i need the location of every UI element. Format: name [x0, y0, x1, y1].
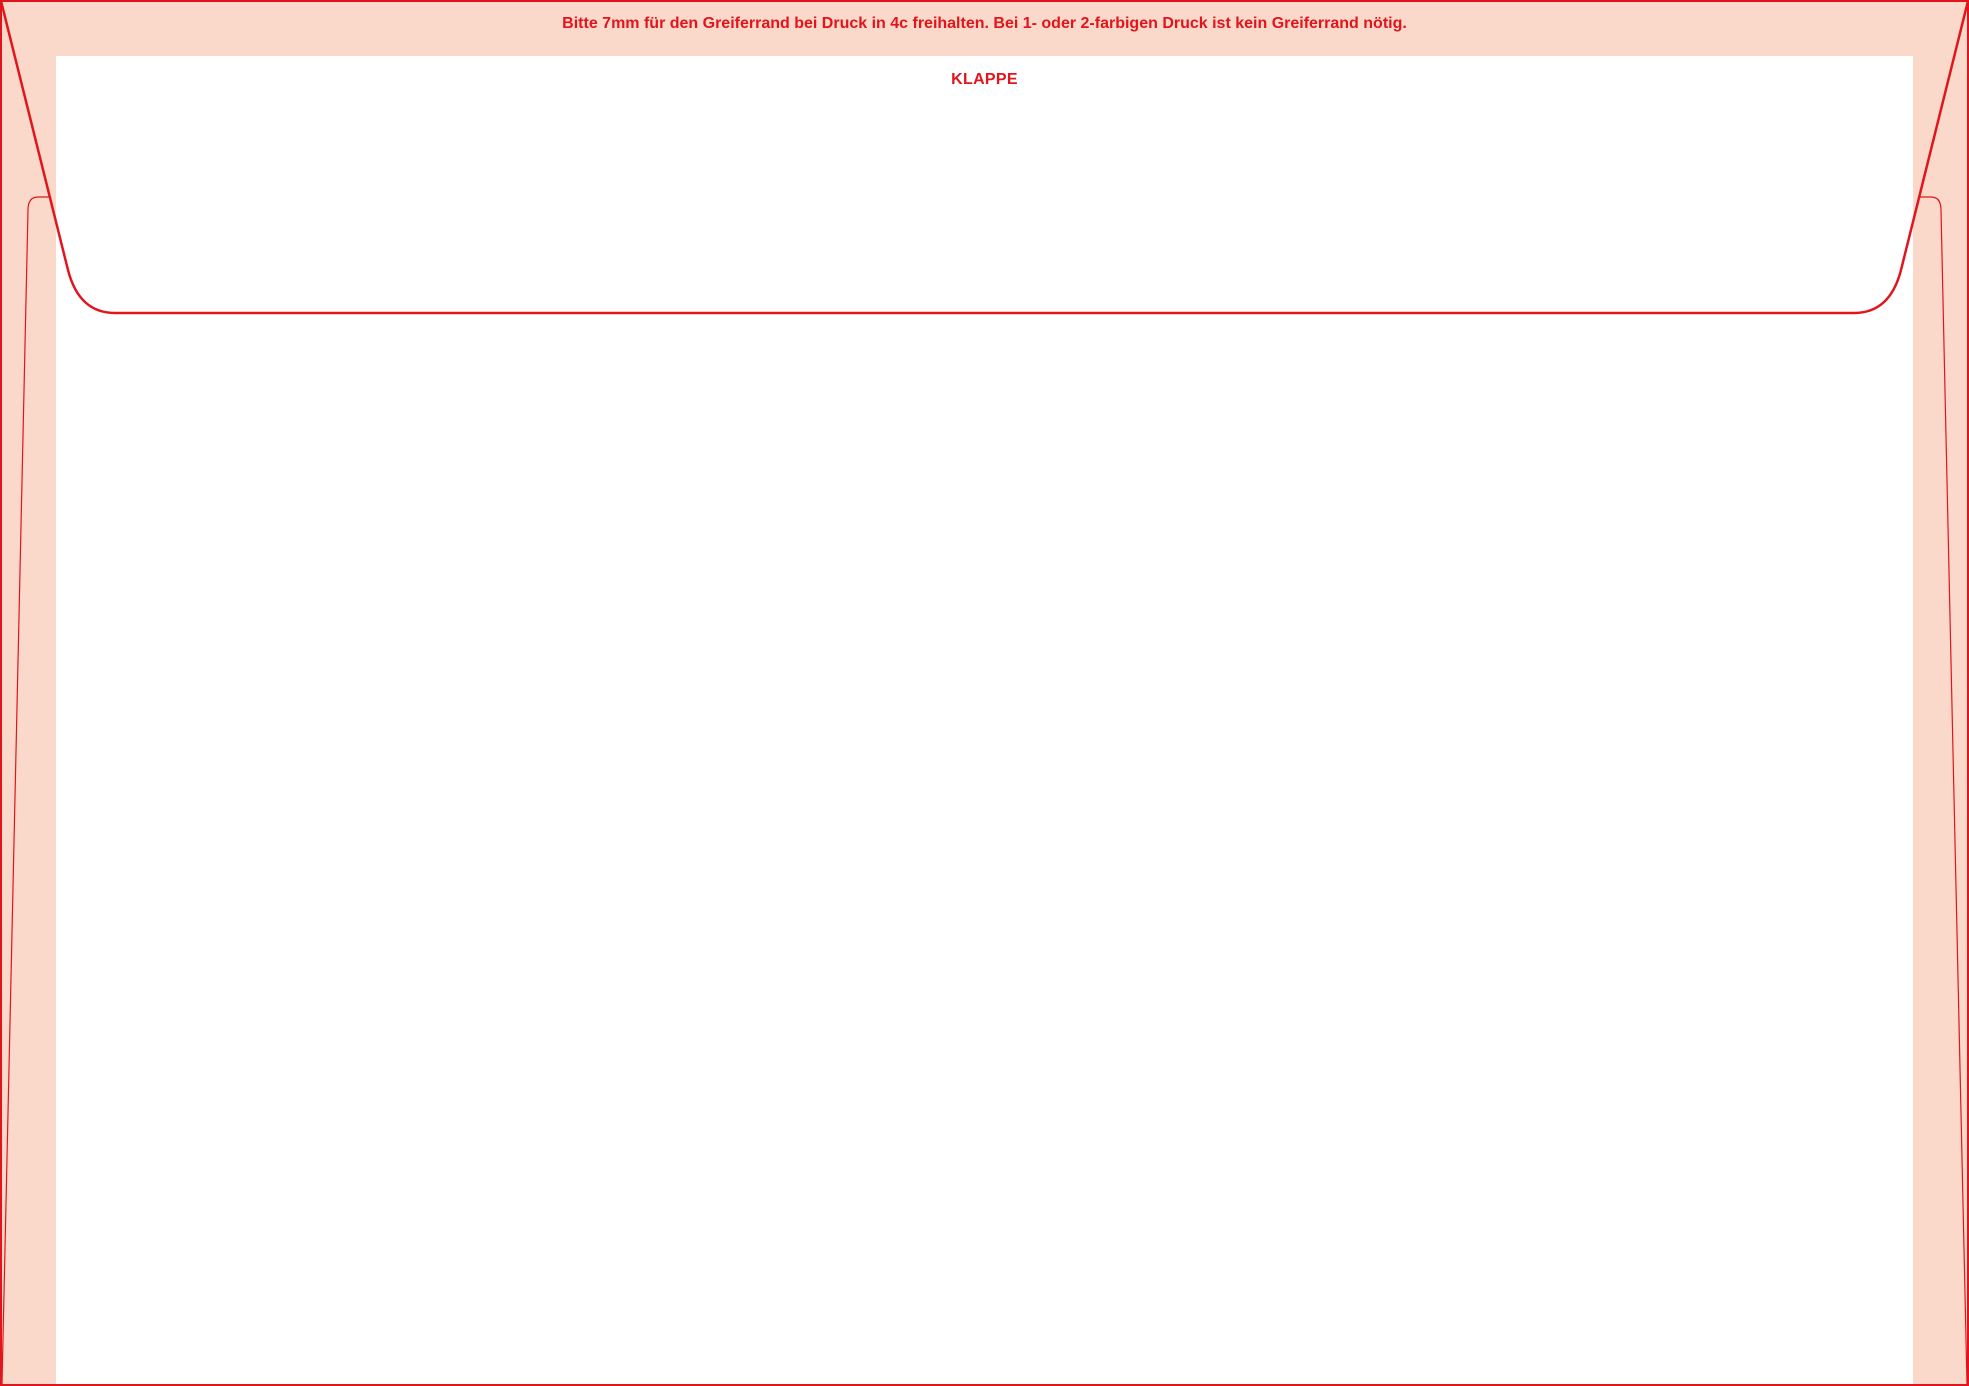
envelope-die-cut-template: Bitte 7mm für den Greiferrand bei Druck … — [0, 0, 1969, 1386]
gripper-margin-notice: Bitte 7mm für den Greiferrand bei Druck … — [562, 15, 1407, 32]
flap-label: KLAPPE — [951, 71, 1018, 88]
sheet-border — [0, 0, 1969, 1386]
envelope-outline-drawing — [0, 0, 1969, 1386]
gripper-margin — [0, 0, 1969, 1386]
